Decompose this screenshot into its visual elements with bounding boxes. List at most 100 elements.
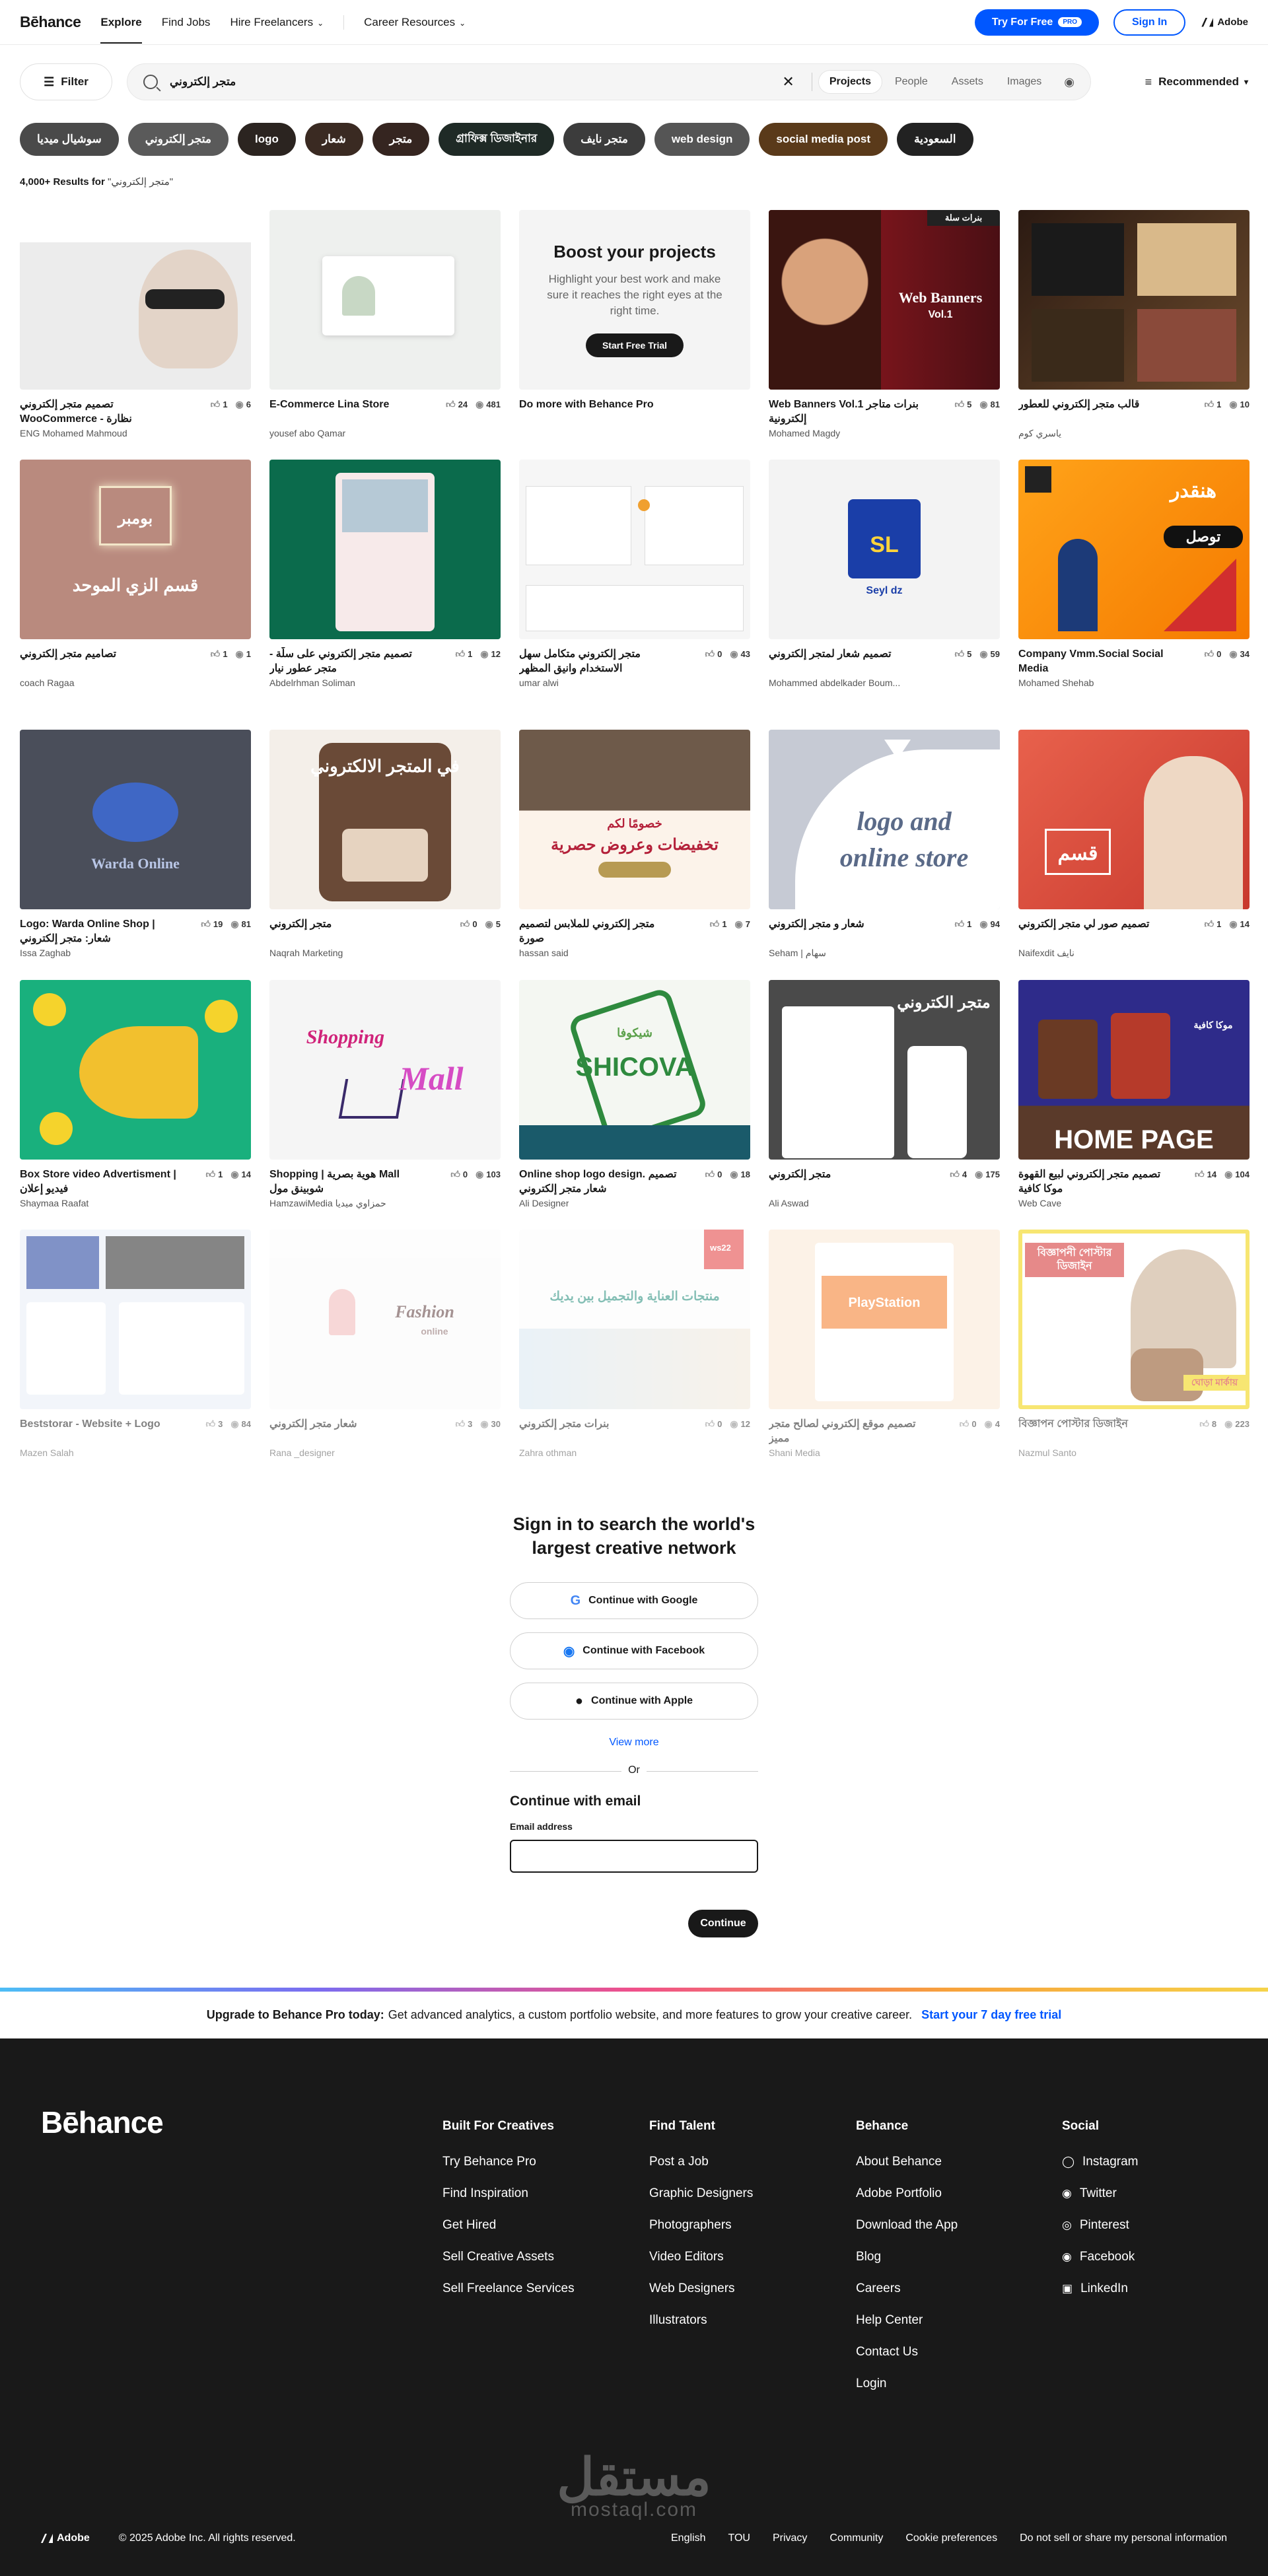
project-thumbnail[interactable]: منتجات العناية والتجميل بين يديك ws22: [519, 1230, 750, 1409]
project-card[interactable]: Beststorar - Website + Logo 👍︎ 3 ◉ 84 Mazen S…: [20, 1230, 251, 1458]
continue-button[interactable]: Continue: [688, 1910, 758, 1937]
project-owner[interactable]: Naifexdit نايف: [1018, 948, 1074, 959]
footer-link[interactable]: About Behance: [856, 2155, 958, 2169]
footer-link[interactable]: Download the App: [856, 2218, 958, 2233]
project-card[interactable]: متجر الكتروني متجر إلكتروني 👍︎ 4 ◉ 175 Ali Asw…: [769, 980, 1000, 1208]
project-title[interactable]: تصاميم متجر إلكتروني: [20, 647, 178, 662]
project-card[interactable]: Web Banners Vol.1 بنرات سلة Web Banners Vol…: [769, 210, 1000, 438]
project-owner[interactable]: Mohamed Shehab: [1018, 678, 1094, 688]
project-owner[interactable]: Ali Aswad: [769, 1198, 809, 1208]
tag-chip[interactable]: متجر: [372, 123, 430, 156]
nav-hire-freelancers[interactable]: Hire Freelancers ⌄: [230, 16, 324, 29]
footer-social-link[interactable]: ◉ Twitter: [1062, 2186, 1139, 2201]
project-thumbnail[interactable]: Shopping Mall: [269, 980, 501, 1160]
project-title[interactable]: Beststorar - Website + Logo: [20, 1417, 178, 1432]
footer-link[interactable]: Login: [856, 2377, 958, 2391]
project-thumbnail[interactable]: Boost your projects Highlight your best w…: [519, 210, 750, 390]
project-card[interactable]: قالب متجر إلكتروني للعطور 👍︎ 1 ◉ 10 ياسري كوم: [1018, 210, 1250, 438]
project-title[interactable]: Company Vmm.Social Social Media: [1018, 647, 1177, 676]
tag-chip[interactable]: متجر نايف: [563, 123, 645, 156]
continue-google-button[interactable]: G Continue with Google: [510, 1582, 758, 1619]
project-owner[interactable]: Mohammed abdelkader Boum...: [769, 678, 900, 688]
project-thumbnail[interactable]: هنقدر توصل: [1018, 460, 1250, 639]
footer-bottom-link[interactable]: English: [671, 2532, 705, 2544]
project-thumbnail[interactable]: [269, 460, 501, 639]
project-owner[interactable]: ENG Mohamed Mahmoud: [20, 428, 127, 438]
project-card[interactable]: Fashion online شعار متجر إلكتروني 👍︎ 3 ◉ 30 Ran…: [269, 1230, 501, 1458]
project-thumbnail[interactable]: قسم: [1018, 730, 1250, 909]
project-owner[interactable]: Issa Zaghab: [20, 948, 71, 958]
tag-chip[interactable]: شعار: [304, 123, 363, 156]
project-owner[interactable]: Rana _designer: [269, 1447, 335, 1458]
footer-bottom-link[interactable]: Do not sell or share my personal informa…: [1020, 2532, 1227, 2544]
project-thumbnail[interactable]: في المتجر الالكتروني: [269, 730, 501, 909]
project-thumbnail[interactable]: متجر الكتروني: [769, 980, 1000, 1160]
project-owner[interactable]: Zahra othman: [519, 1447, 577, 1458]
project-thumbnail[interactable]: বিজ্ঞাপনী পোস্টার ডিজাইন ঘোড়া মার্কায়: [1018, 1230, 1250, 1409]
project-thumbnail[interactable]: HOME PAGE موكا كافية: [1018, 980, 1250, 1160]
footer-link[interactable]: Help Center: [856, 2313, 958, 2328]
behance-logo[interactable]: Bēhance: [20, 13, 81, 31]
project-owner[interactable]: Naqrah Marketing: [269, 948, 343, 958]
project-card[interactable]: logo and online store شعار و متجر إلكتروني…: [769, 730, 1000, 958]
footer-social-link[interactable]: ▣ LinkedIn: [1062, 2281, 1139, 2296]
project-owner[interactable]: HamzawiMedia حمزاوي ميديا: [269, 1198, 386, 1209]
project-title[interactable]: Online shop logo design. تصميم شعار متجر…: [519, 1167, 678, 1197]
project-owner[interactable]: Seham | سهام: [769, 948, 826, 959]
project-title[interactable]: Logo: Warda Online Shop | شعار: متجر إلك…: [20, 917, 178, 946]
footer-bottom-link[interactable]: Cookie preferences: [905, 2532, 997, 2544]
project-thumbnail[interactable]: [519, 460, 750, 639]
search-input[interactable]: متجر إلكتروني: [170, 75, 782, 88]
footer-bottom-link[interactable]: Community: [829, 2532, 883, 2544]
sort-dropdown[interactable]: ≡ Recommended ▾: [1145, 75, 1248, 89]
project-owner[interactable]: Web Cave: [1018, 1198, 1061, 1208]
tag-chip[interactable]: গ্রাফিক্স ডিজাইনার: [439, 123, 555, 156]
project-title[interactable]: متجر إلكتروني للملابس لتصميم صورة: [519, 917, 678, 946]
footer-link[interactable]: Web Designers: [649, 2281, 753, 2296]
project-owner[interactable]: Ali Designer: [519, 1198, 569, 1208]
project-owner[interactable]: ياسري كوم: [1018, 428, 1061, 439]
project-thumbnail[interactable]: [20, 1230, 251, 1409]
ai-search-icon[interactable]: ◉: [1064, 75, 1074, 89]
start-free-trial-button[interactable]: Start Free Trial: [586, 333, 684, 357]
project-owner[interactable]: Abdelrhman Soliman: [269, 678, 355, 688]
project-card[interactable]: خصومًا لكم تخفيضات وعروض حصرية متجر إلكترو…: [519, 730, 750, 958]
footer-logo[interactable]: Bēhance: [41, 2105, 164, 2140]
tag-chip[interactable]: social media post: [759, 123, 888, 156]
project-title[interactable]: شعار و متجر إلكتروني: [769, 917, 927, 932]
project-owner[interactable]: yousef abo Qamar: [269, 428, 345, 438]
project-title[interactable]: متجر إلكتروني: [769, 1167, 927, 1182]
footer-social-link[interactable]: ◎ Pinterest: [1062, 2218, 1139, 2233]
project-thumbnail[interactable]: [269, 210, 501, 390]
project-thumbnail[interactable]: SL Seyl dz: [769, 460, 1000, 639]
project-title[interactable]: Box Store video Advertisment | فيديو إعل…: [20, 1167, 178, 1197]
project-title[interactable]: تصميم شعار لمتجر إلكتروني: [769, 647, 927, 662]
project-thumbnail[interactable]: Fashion online: [269, 1230, 501, 1409]
project-thumbnail[interactable]: PlayStation: [769, 1230, 1000, 1409]
project-thumbnail[interactable]: [20, 210, 251, 390]
project-title[interactable]: تصميم موقع إلكتروني لصالح متجر مميز: [769, 1417, 927, 1446]
filter-button[interactable]: ☰ Filter: [20, 63, 112, 100]
project-card[interactable]: Box Store video Advertisment | فيديو إعل…: [20, 980, 251, 1208]
tag-chip[interactable]: السعودية: [897, 123, 973, 156]
project-owner[interactable]: Nazmul Santo: [1018, 1447, 1076, 1458]
continue-facebook-button[interactable]: ◉ Continue with Facebook: [510, 1632, 758, 1669]
footer-adobe[interactable]: Adobe: [41, 2532, 90, 2544]
footer-link[interactable]: Adobe Portfolio: [856, 2186, 958, 2201]
project-card[interactable]: PlayStation تصميم موقع إلكتروني لصالح متج…: [769, 1230, 1000, 1458]
footer-link[interactable]: Get Hired: [442, 2218, 575, 2233]
project-title[interactable]: Web Banners Vol.1 بنرات متاجر إلكترونية: [769, 398, 927, 427]
project-thumbnail[interactable]: Warda Online: [20, 730, 251, 909]
tag-chip[interactable]: logo: [237, 123, 296, 156]
clear-search-icon[interactable]: ✕: [782, 73, 794, 90]
project-card[interactable]: Boost your projects Highlight your best w…: [519, 210, 750, 410]
footer-link[interactable]: Find Inspiration: [442, 2186, 575, 2201]
tab-projects[interactable]: Projects: [818, 71, 882, 93]
project-title[interactable]: E-Commerce Lina Store: [269, 398, 428, 412]
project-card[interactable]: SL Seyl dz تصميم شعار لمتجر إلكتروني 👍︎ 5 ◉ 59…: [769, 460, 1000, 688]
project-thumbnail[interactable]: خصومًا لكم تخفيضات وعروض حصرية: [519, 730, 750, 909]
project-owner[interactable]: hassan said: [519, 948, 569, 958]
sign-in-button[interactable]: Sign In: [1113, 9, 1186, 36]
footer-link[interactable]: Blog: [856, 2250, 958, 2264]
project-card[interactable]: Shopping Mall Shopping | هوية بصرية Mall ش…: [269, 980, 501, 1208]
